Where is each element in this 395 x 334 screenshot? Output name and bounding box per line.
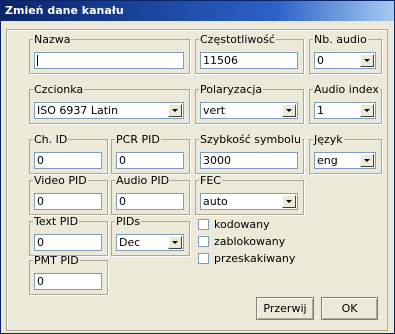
cancel-button[interactable]: Przerwij <box>256 297 314 320</box>
kodowany-label: kodowany <box>214 218 270 231</box>
text-pid-group: Text PID 0 <box>29 216 108 256</box>
video-pid-label: Video PID <box>34 174 87 187</box>
video-pid-group: Video PID 0 <box>29 175 108 215</box>
checkbox-box[interactable] <box>198 253 209 264</box>
ch-id-input[interactable]: 0 <box>34 152 102 169</box>
polaryzacja-group: Polaryzacja vert <box>195 84 304 124</box>
checkbox-box[interactable] <box>198 219 209 230</box>
dialog-window: Zmień dane kanału Nazwa Częstotliwość 11… <box>0 0 395 334</box>
szybkosc-symbolu-input[interactable]: 3000 <box>200 152 298 169</box>
zablokowany-label: zablokowany <box>214 235 286 248</box>
dialog-body: Nazwa Częstotliwość 11506 Nb. audio 0 Cz… <box>1 21 394 333</box>
czestotliwosc-group: Częstotliwość 11506 <box>195 34 304 74</box>
chevron-down-icon[interactable] <box>360 54 374 67</box>
pcr-pid-input[interactable]: 0 <box>116 152 184 169</box>
czcionka-group: Czcionka ISO 6937 Latin <box>29 84 190 124</box>
polaryzacja-label: Polaryzacja <box>200 83 263 96</box>
audio-pid-input[interactable]: 0 <box>116 193 184 210</box>
window-title: Zmień dane kanału <box>5 4 124 17</box>
audio-index-select[interactable]: 1 <box>314 102 376 119</box>
pcr-pid-group: PCR PID 0 <box>111 134 190 174</box>
pids-label: PIDs <box>116 215 141 228</box>
pids-select[interactable]: Dec <box>116 234 184 251</box>
text-pid-label: Text PID <box>34 215 79 228</box>
checkbox-box[interactable] <box>198 236 209 247</box>
pmt-pid-input[interactable]: 0 <box>34 273 102 290</box>
czcionka-select[interactable]: ISO 6937 Latin <box>34 102 184 119</box>
text-caret <box>37 55 38 66</box>
nazwa-label: Nazwa <box>34 33 71 46</box>
title-bar[interactable]: Zmień dane kanału <box>1 1 394 21</box>
chevron-down-icon[interactable] <box>168 236 182 249</box>
chevron-down-icon[interactable] <box>360 104 374 117</box>
pmt-pid-label: PMT PID <box>34 254 79 267</box>
ok-button[interactable]: OK <box>321 297 378 320</box>
audio-index-group: Audio index 1 <box>309 84 382 124</box>
text-pid-input[interactable]: 0 <box>34 234 102 251</box>
pmt-pid-group: PMT PID 0 <box>29 255 108 295</box>
audio-pid-label: Audio PID <box>116 174 170 187</box>
czcionka-label: Czcionka <box>34 83 84 96</box>
szybkosc-symbolu-label: Szybkość symbolu <box>200 133 301 146</box>
audio-index-label: Audio index <box>314 83 379 96</box>
ch-id-label: Ch. ID <box>34 133 68 146</box>
chevron-down-icon[interactable] <box>282 195 296 208</box>
polaryzacja-select[interactable]: vert <box>200 102 298 119</box>
jezyk-group: Język eng <box>309 134 382 174</box>
pids-group: PIDs Dec <box>111 216 190 256</box>
channel-settings-panel: Nazwa Częstotliwość 11506 Nb. audio 0 Cz… <box>6 29 388 331</box>
video-pid-input[interactable]: 0 <box>34 193 102 210</box>
fec-select[interactable]: auto <box>200 193 298 210</box>
chevron-down-icon[interactable] <box>168 104 182 117</box>
nazwa-group: Nazwa <box>29 34 190 74</box>
fec-label: FEC <box>200 174 221 187</box>
jezyk-label: Język <box>314 133 343 146</box>
audio-pid-group: Audio PID 0 <box>111 175 190 215</box>
nb-audio-label: Nb. audio <box>314 33 367 46</box>
czestotliwosc-label: Częstotliwość <box>200 33 275 46</box>
chevron-down-icon[interactable] <box>360 154 374 167</box>
nb-audio-group: Nb. audio 0 <box>309 34 382 74</box>
fec-group: FEC auto <box>195 175 304 215</box>
jezyk-select[interactable]: eng <box>314 152 376 169</box>
przeskakiwany-label: przeskakiwany <box>214 252 296 265</box>
pcr-pid-label: PCR PID <box>116 133 160 146</box>
nazwa-input[interactable] <box>34 52 184 69</box>
czestotliwosc-input[interactable]: 11506 <box>200 52 298 69</box>
szybkosc-symbolu-group: Szybkość symbolu 3000 <box>195 134 304 174</box>
nb-audio-select[interactable]: 0 <box>314 52 376 69</box>
chevron-down-icon[interactable] <box>282 104 296 117</box>
ch-id-group: Ch. ID 0 <box>29 134 108 174</box>
